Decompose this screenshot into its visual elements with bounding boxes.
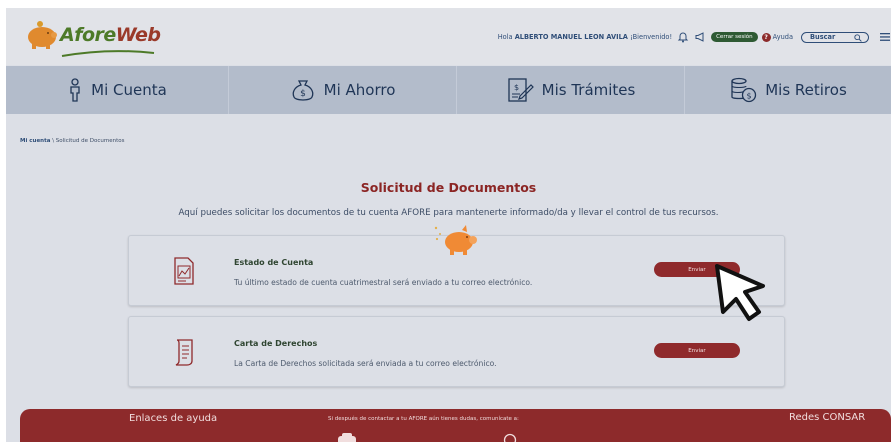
- nav-label: Mi Cuenta: [91, 81, 167, 99]
- main-nav: Mi Cuenta $ Mi Ahorro $ Mis Trámites $ M…: [6, 66, 891, 114]
- nav-label: Mis Retiros: [765, 81, 847, 99]
- help-label: Ayuda: [772, 33, 793, 41]
- logout-button[interactable]: Cerrar sesión: [711, 32, 758, 42]
- hamburger-menu-icon[interactable]: [879, 32, 891, 42]
- bell-icon[interactable]: [677, 31, 689, 43]
- card-title: Carta de Derechos: [234, 339, 318, 348]
- loading-piggy-icon: [434, 225, 477, 255]
- top-bar: AforeWeb Hola ALBERTO MANUEL LEON AVILA …: [6, 8, 891, 65]
- nav-mi-ahorro[interactable]: $ Mi Ahorro: [229, 66, 457, 114]
- footer-contact-text: Si después de contactar a tu AFORE aún t…: [328, 416, 519, 422]
- search-label: Buscar: [810, 33, 836, 41]
- greeting-suffix: ¡Bienvenido!: [630, 33, 673, 41]
- app-window: AforeWeb Hola ALBERTO MANUEL LEON AVILA …: [6, 8, 891, 442]
- logo-text-afore: Afore: [60, 24, 116, 46]
- location-icon: [503, 433, 517, 442]
- megaphone-icon[interactable]: [694, 31, 706, 43]
- user-name: ALBERTO MANUEL LEON AVILA: [514, 33, 628, 41]
- send-carta-derechos-button[interactable]: Enviar: [654, 343, 740, 358]
- page-title: Solicitud de Documentos: [360, 180, 537, 195]
- nav-label: Mi Ahorro: [323, 81, 396, 99]
- help-icon: ?: [761, 32, 771, 42]
- intro-text: Aquí puedes solicitar los documentos de …: [178, 208, 719, 218]
- help-link[interactable]: ? Ayuda: [761, 32, 793, 42]
- logo-text: AforeWeb: [60, 24, 161, 46]
- greeting: Hola ALBERTO MANUEL LEON AVILA ¡Bienveni…: [498, 33, 672, 41]
- footer-help-links[interactable]: Enlaces de ayuda: [129, 413, 217, 424]
- logo-swoosh: [61, 50, 155, 57]
- scroll-document-icon: [175, 339, 193, 366]
- search-icon: [854, 33, 862, 42]
- nav-mis-tramites[interactable]: $ Mis Trámites: [457, 66, 685, 114]
- money-bag-icon: $: [292, 80, 314, 101]
- logo-text-web: Web: [115, 24, 161, 46]
- card-description: La Carta de Derechos solicitada será env…: [234, 359, 497, 368]
- document-card-carta-derechos: Carta de Derechos La Carta de Derechos s…: [128, 316, 785, 387]
- nav-mis-retiros[interactable]: $ Mis Retiros: [685, 66, 891, 114]
- piggy-logo-icon: [28, 21, 57, 49]
- document-edit-icon: $: [507, 78, 534, 102]
- phone-icon: [338, 433, 356, 442]
- user-toolbar: Hola ALBERTO MANUEL LEON AVILA ¡Bienveni…: [498, 29, 891, 45]
- person-icon: [70, 78, 80, 102]
- coins-icon: $: [731, 77, 757, 103]
- breadcrumb: Mi cuenta \ Solicitud de Documentos: [20, 138, 125, 144]
- card-title: Estado de Cuenta: [234, 258, 314, 267]
- svg-text:$: $: [747, 92, 752, 101]
- svg-text:$: $: [514, 83, 519, 92]
- breadcrumb-home-link[interactable]: Mi cuenta: [20, 138, 50, 144]
- breadcrumb-current: Solicitud de Documentos: [55, 138, 125, 144]
- footer: Enlaces de ayuda Si después de contactar…: [20, 409, 891, 442]
- mouse-pointer-icon: [715, 264, 765, 321]
- card-description: Tu último estado de cuenta cuatrimestral…: [234, 278, 533, 287]
- greeting-prefix: Hola: [497, 33, 513, 41]
- footer-social-title: Redes CONSAR: [789, 412, 866, 423]
- aforeweb-logo[interactable]: AforeWeb: [24, 12, 164, 58]
- svg-text:$: $: [300, 89, 306, 99]
- statement-icon: [174, 257, 194, 285]
- nav-label: Mis Trámites: [541, 81, 636, 99]
- nav-mi-cuenta[interactable]: Mi Cuenta: [6, 66, 229, 114]
- search-box[interactable]: Buscar: [801, 31, 869, 43]
- breadcrumb-separator: \: [52, 138, 55, 144]
